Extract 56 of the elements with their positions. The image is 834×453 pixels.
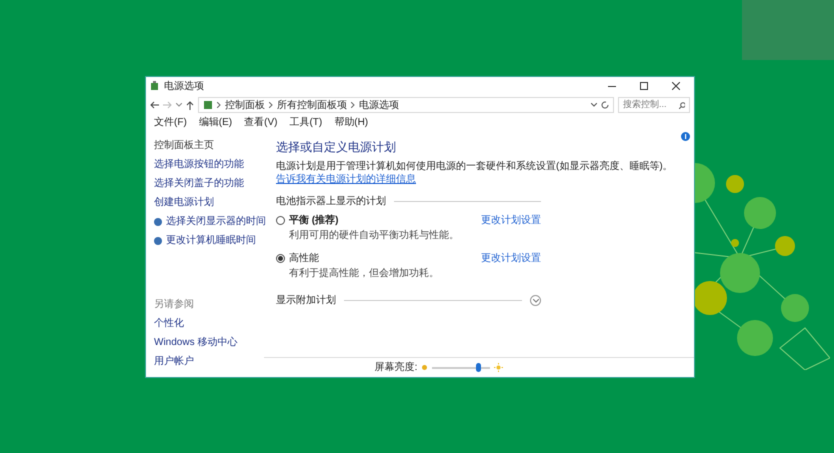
up-arrow-icon[interactable] <box>186 100 194 110</box>
dim-sun-icon <box>421 364 428 371</box>
window-title: 电源选项 <box>164 80 204 94</box>
chevron-icon <box>217 102 221 108</box>
dropdown-caret-icon[interactable] <box>176 103 182 107</box>
sidebar-link[interactable]: Windows 移动中心 <box>154 335 256 350</box>
page-heading: 选择或自定义电源计划 <box>276 139 397 156</box>
change-plan-link[interactable]: 更改计划设置 <box>481 213 541 228</box>
sidebar-link[interactable]: 创建电源计划 <box>154 195 256 210</box>
brightness-label: 屏幕亮度: <box>374 360 418 375</box>
sidebar-link[interactable]: 选择关闭盖子的功能 <box>154 176 256 191</box>
maximize-icon <box>640 82 648 90</box>
sidebar-link[interactable]: 用户帐户 <box>154 354 256 369</box>
more-plans-label[interactable]: 显示附加计划 <box>276 293 336 308</box>
chevron-icon <box>351 102 355 108</box>
breadcrumb[interactable]: 控制面板 <box>225 98 265 112</box>
expand-button[interactable] <box>530 295 541 306</box>
refresh-icon[interactable] <box>601 101 609 109</box>
menu-item[interactable]: 查看(V) <box>244 115 278 130</box>
chevron-down-icon <box>532 298 538 302</box>
sidebar-link[interactable]: 控制面板主页 <box>154 138 256 153</box>
search-field[interactable]: 搜索控制... <box>618 97 690 113</box>
description-text: 电源计划是用于管理计算机如何使用电源的一套硬件和系统设置(如显示器亮度、睡眠等)。 告诉我有关电源计划的详细信息 <box>276 160 674 186</box>
menu-item[interactable]: 帮助(H) <box>334 115 368 130</box>
bright-sun-icon <box>494 363 504 372</box>
sidebar-link[interactable]: 选择电源按钮的功能 <box>154 157 256 172</box>
help-icon[interactable] <box>681 132 690 141</box>
dropdown-caret-icon[interactable] <box>591 103 597 107</box>
breadcrumb[interactable]: 所有控制面板项 <box>277 98 347 112</box>
address-bar[interactable]: 控制面板 所有控制面板项 电源选项 <box>198 97 614 113</box>
details-link[interactable]: 告诉我有关电源计划的详细信息 <box>276 174 416 185</box>
radio-button[interactable] <box>276 254 285 263</box>
breadcrumb[interactable]: 电源选项 <box>359 98 399 112</box>
search-icon <box>678 102 685 108</box>
menu-item[interactable]: 工具(T) <box>289 115 322 130</box>
plan-description: 利用可用的硬件自动平衡功耗与性能。 <box>288 228 460 243</box>
sidebar-link[interactable]: 更改计算机睡眠时间 <box>166 233 256 248</box>
see-also-heading: 另请参阅 <box>154 298 195 312</box>
brightness-slider[interactable] <box>432 363 490 372</box>
plan-description: 有利于提高性能，但会增加功耗。 <box>288 266 440 281</box>
back-arrow-icon[interactable] <box>150 101 159 109</box>
slider-thumb[interactable] <box>476 363 482 372</box>
shield-icon <box>154 236 162 244</box>
chevron-icon <box>269 102 273 108</box>
shield-icon <box>154 218 162 226</box>
menu-item[interactable]: 文件(F) <box>154 115 187 130</box>
sidebar-link[interactable]: 个性化 <box>154 316 256 331</box>
close-icon <box>672 82 680 90</box>
radio-button[interactable] <box>276 216 285 225</box>
change-plan-link[interactable]: 更改计划设置 <box>481 251 541 266</box>
plan-name: 高性能 <box>289 252 319 266</box>
sidebar-link[interactable]: 选择关闭显示器的时间 <box>166 214 266 229</box>
group-label: 电池指示器上显示的计划 <box>276 194 386 209</box>
plan-name: 平衡 (推荐) <box>289 214 338 228</box>
menu-item[interactable]: 编辑(E) <box>198 115 232 130</box>
control-panel-icon <box>203 100 213 110</box>
